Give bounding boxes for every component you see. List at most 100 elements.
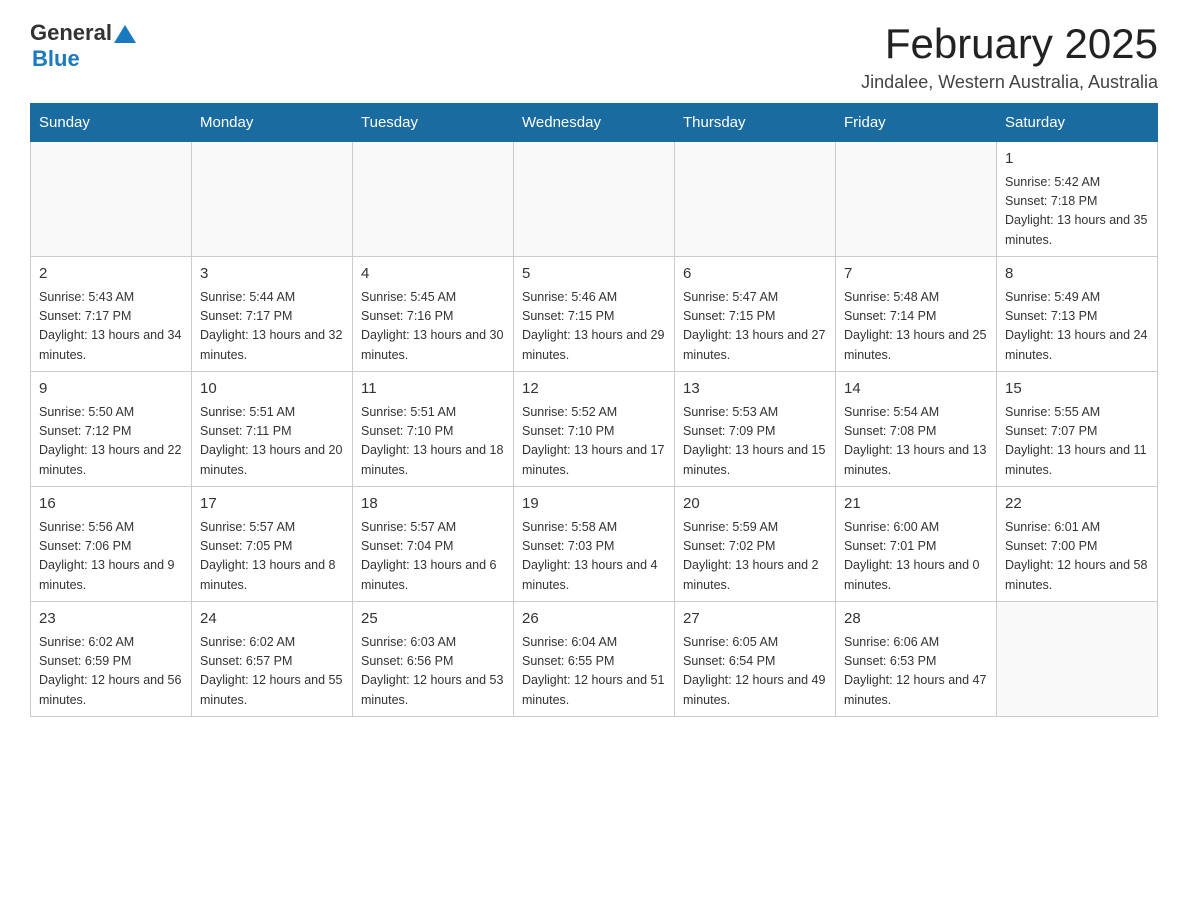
- table-row: [192, 142, 353, 257]
- table-row: 8Sunrise: 5:49 AMSunset: 7:13 PMDaylight…: [997, 257, 1158, 372]
- table-row: 16Sunrise: 5:56 AMSunset: 7:06 PMDayligh…: [31, 487, 192, 602]
- table-row: 26Sunrise: 6:04 AMSunset: 6:55 PMDayligh…: [514, 602, 675, 717]
- table-row: [353, 142, 514, 257]
- table-row: 1Sunrise: 5:42 AMSunset: 7:18 PMDaylight…: [997, 142, 1158, 257]
- day-number: 20: [683, 493, 827, 516]
- page-header: General Blue February 2025 Jindalee, Wes…: [30, 20, 1158, 93]
- day-number: 3: [200, 263, 344, 286]
- day-number: 8: [1005, 263, 1149, 286]
- calendar-week-row: 23Sunrise: 6:02 AMSunset: 6:59 PMDayligh…: [31, 602, 1158, 717]
- day-info: Sunrise: 5:47 AMSunset: 7:15 PMDaylight:…: [683, 288, 827, 366]
- calendar-week-row: 16Sunrise: 5:56 AMSunset: 7:06 PMDayligh…: [31, 487, 1158, 602]
- day-info: Sunrise: 5:57 AMSunset: 7:05 PMDaylight:…: [200, 518, 344, 596]
- table-row: 12Sunrise: 5:52 AMSunset: 7:10 PMDayligh…: [514, 372, 675, 487]
- table-row: 18Sunrise: 5:57 AMSunset: 7:04 PMDayligh…: [353, 487, 514, 602]
- table-row: [997, 602, 1158, 717]
- day-info: Sunrise: 5:48 AMSunset: 7:14 PMDaylight:…: [844, 288, 988, 366]
- table-row: 9Sunrise: 5:50 AMSunset: 7:12 PMDaylight…: [31, 372, 192, 487]
- day-info: Sunrise: 6:01 AMSunset: 7:00 PMDaylight:…: [1005, 518, 1149, 596]
- day-number: 17: [200, 493, 344, 516]
- table-row: 2Sunrise: 5:43 AMSunset: 7:17 PMDaylight…: [31, 257, 192, 372]
- day-number: 10: [200, 378, 344, 401]
- table-row: [514, 142, 675, 257]
- table-row: 20Sunrise: 5:59 AMSunset: 7:02 PMDayligh…: [675, 487, 836, 602]
- title-block: February 2025 Jindalee, Western Australi…: [861, 20, 1158, 93]
- day-info: Sunrise: 6:04 AMSunset: 6:55 PMDaylight:…: [522, 633, 666, 711]
- table-row: 23Sunrise: 6:02 AMSunset: 6:59 PMDayligh…: [31, 602, 192, 717]
- day-number: 14: [844, 378, 988, 401]
- day-info: Sunrise: 5:43 AMSunset: 7:17 PMDaylight:…: [39, 288, 183, 366]
- table-row: 27Sunrise: 6:05 AMSunset: 6:54 PMDayligh…: [675, 602, 836, 717]
- calendar-week-row: 2Sunrise: 5:43 AMSunset: 7:17 PMDaylight…: [31, 257, 1158, 372]
- table-row: 4Sunrise: 5:45 AMSunset: 7:16 PMDaylight…: [353, 257, 514, 372]
- day-number: 19: [522, 493, 666, 516]
- calendar-body: 1Sunrise: 5:42 AMSunset: 7:18 PMDaylight…: [31, 142, 1158, 717]
- day-number: 5: [522, 263, 666, 286]
- day-number: 4: [361, 263, 505, 286]
- table-row: 7Sunrise: 5:48 AMSunset: 7:14 PMDaylight…: [836, 257, 997, 372]
- table-row: 3Sunrise: 5:44 AMSunset: 7:17 PMDaylight…: [192, 257, 353, 372]
- day-info: Sunrise: 6:02 AMSunset: 6:59 PMDaylight:…: [39, 633, 183, 711]
- table-row: 22Sunrise: 6:01 AMSunset: 7:00 PMDayligh…: [997, 487, 1158, 602]
- table-row: 17Sunrise: 5:57 AMSunset: 7:05 PMDayligh…: [192, 487, 353, 602]
- day-info: Sunrise: 5:50 AMSunset: 7:12 PMDaylight:…: [39, 403, 183, 481]
- header-row: Sunday Monday Tuesday Wednesday Thursday…: [31, 104, 1158, 142]
- table-row: 14Sunrise: 5:54 AMSunset: 7:08 PMDayligh…: [836, 372, 997, 487]
- day-info: Sunrise: 5:45 AMSunset: 7:16 PMDaylight:…: [361, 288, 505, 366]
- logo-blue-text: Blue: [32, 46, 80, 72]
- day-number: 28: [844, 608, 988, 631]
- day-number: 18: [361, 493, 505, 516]
- table-row: 19Sunrise: 5:58 AMSunset: 7:03 PMDayligh…: [514, 487, 675, 602]
- location-subtitle: Jindalee, Western Australia, Australia: [861, 72, 1158, 93]
- logo-general-text: General: [30, 20, 112, 46]
- month-title: February 2025: [861, 20, 1158, 68]
- day-info: Sunrise: 5:58 AMSunset: 7:03 PMDaylight:…: [522, 518, 666, 596]
- day-info: Sunrise: 5:59 AMSunset: 7:02 PMDaylight:…: [683, 518, 827, 596]
- day-info: Sunrise: 6:02 AMSunset: 6:57 PMDaylight:…: [200, 633, 344, 711]
- table-row: [675, 142, 836, 257]
- col-friday: Friday: [836, 104, 997, 142]
- day-number: 16: [39, 493, 183, 516]
- table-row: 24Sunrise: 6:02 AMSunset: 6:57 PMDayligh…: [192, 602, 353, 717]
- table-row: 10Sunrise: 5:51 AMSunset: 7:11 PMDayligh…: [192, 372, 353, 487]
- day-info: Sunrise: 5:46 AMSunset: 7:15 PMDaylight:…: [522, 288, 666, 366]
- calendar-week-row: 9Sunrise: 5:50 AMSunset: 7:12 PMDaylight…: [31, 372, 1158, 487]
- table-row: [836, 142, 997, 257]
- day-number: 12: [522, 378, 666, 401]
- table-row: 5Sunrise: 5:46 AMSunset: 7:15 PMDaylight…: [514, 257, 675, 372]
- day-number: 21: [844, 493, 988, 516]
- logo: General Blue: [30, 20, 136, 72]
- day-info: Sunrise: 5:52 AMSunset: 7:10 PMDaylight:…: [522, 403, 666, 481]
- day-number: 23: [39, 608, 183, 631]
- day-info: Sunrise: 5:53 AMSunset: 7:09 PMDaylight:…: [683, 403, 827, 481]
- day-info: Sunrise: 6:00 AMSunset: 7:01 PMDaylight:…: [844, 518, 988, 596]
- day-info: Sunrise: 5:42 AMSunset: 7:18 PMDaylight:…: [1005, 173, 1149, 251]
- col-monday: Monday: [192, 104, 353, 142]
- day-number: 25: [361, 608, 505, 631]
- day-number: 2: [39, 263, 183, 286]
- day-number: 6: [683, 263, 827, 286]
- table-row: 13Sunrise: 5:53 AMSunset: 7:09 PMDayligh…: [675, 372, 836, 487]
- day-info: Sunrise: 6:03 AMSunset: 6:56 PMDaylight:…: [361, 633, 505, 711]
- col-tuesday: Tuesday: [353, 104, 514, 142]
- table-row: 11Sunrise: 5:51 AMSunset: 7:10 PMDayligh…: [353, 372, 514, 487]
- col-sunday: Sunday: [31, 104, 192, 142]
- calendar-header: Sunday Monday Tuesday Wednesday Thursday…: [31, 104, 1158, 142]
- table-row: 21Sunrise: 6:00 AMSunset: 7:01 PMDayligh…: [836, 487, 997, 602]
- day-number: 7: [844, 263, 988, 286]
- day-number: 26: [522, 608, 666, 631]
- table-row: [31, 142, 192, 257]
- table-row: 25Sunrise: 6:03 AMSunset: 6:56 PMDayligh…: [353, 602, 514, 717]
- calendar-week-row: 1Sunrise: 5:42 AMSunset: 7:18 PMDaylight…: [31, 142, 1158, 257]
- calendar-table: Sunday Monday Tuesday Wednesday Thursday…: [30, 103, 1158, 717]
- day-info: Sunrise: 5:51 AMSunset: 7:11 PMDaylight:…: [200, 403, 344, 481]
- day-info: Sunrise: 5:56 AMSunset: 7:06 PMDaylight:…: [39, 518, 183, 596]
- day-number: 15: [1005, 378, 1149, 401]
- day-number: 13: [683, 378, 827, 401]
- day-info: Sunrise: 5:54 AMSunset: 7:08 PMDaylight:…: [844, 403, 988, 481]
- day-info: Sunrise: 5:51 AMSunset: 7:10 PMDaylight:…: [361, 403, 505, 481]
- day-number: 27: [683, 608, 827, 631]
- day-number: 1: [1005, 148, 1149, 171]
- day-info: Sunrise: 6:06 AMSunset: 6:53 PMDaylight:…: [844, 633, 988, 711]
- table-row: 15Sunrise: 5:55 AMSunset: 7:07 PMDayligh…: [997, 372, 1158, 487]
